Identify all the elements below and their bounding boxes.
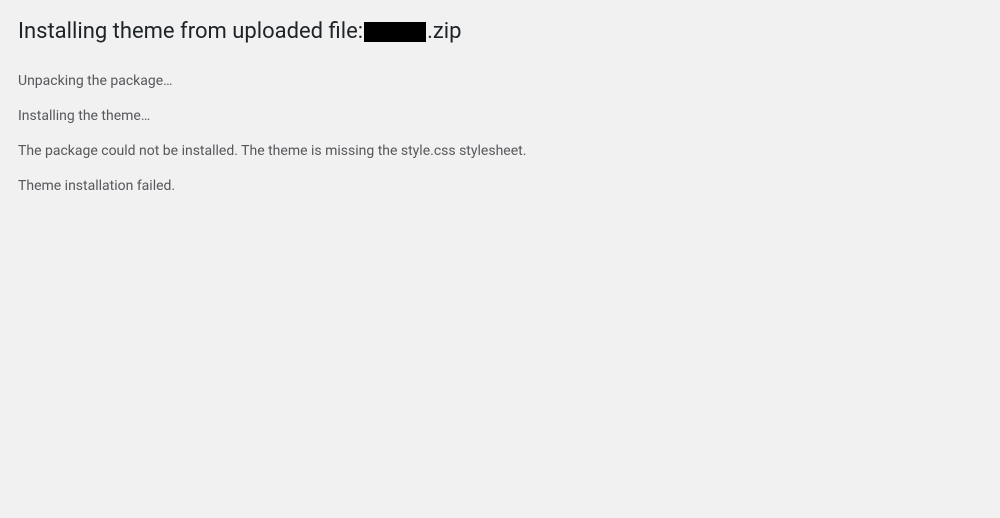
title-prefix: Installing theme from uploaded file: bbox=[18, 18, 363, 47]
file-extension: .zip bbox=[427, 18, 461, 47]
status-unpacking: Unpacking the package… bbox=[18, 71, 982, 92]
status-failed: Theme installation failed. bbox=[18, 176, 982, 197]
redacted-filename bbox=[364, 22, 426, 42]
status-error: The package could not be installed. The … bbox=[18, 141, 982, 162]
status-installing: Installing the theme… bbox=[18, 106, 982, 127]
page-title: Installing theme from uploaded file: .zi… bbox=[18, 18, 982, 47]
